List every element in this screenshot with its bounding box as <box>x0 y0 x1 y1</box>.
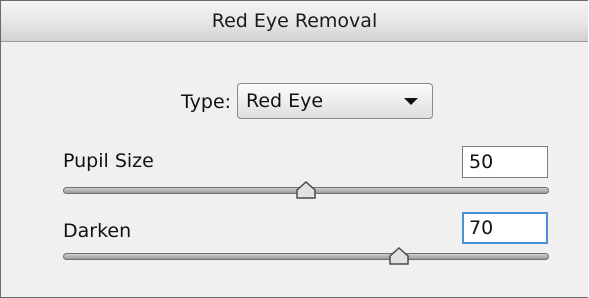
red-eye-removal-panel: Red Eye Removal Type: Red Eye Pupil Size… <box>0 0 588 298</box>
darken-slider-track[interactable] <box>63 253 549 260</box>
panel-header: Red Eye Removal <box>1 1 588 42</box>
darken-input[interactable] <box>462 212 548 244</box>
type-label: Type: <box>181 91 232 113</box>
pupil-size-slider-thumb[interactable] <box>295 181 317 201</box>
darken-slider-thumb[interactable] <box>388 247 410 267</box>
darken-label: Darken <box>63 220 132 242</box>
pupil-size-input[interactable] <box>462 146 548 178</box>
type-dropdown-value: Red Eye <box>246 90 324 112</box>
panel-title: Red Eye Removal <box>211 10 378 32</box>
pupil-size-label: Pupil Size <box>63 150 154 172</box>
chevron-down-icon <box>404 98 418 105</box>
type-dropdown[interactable]: Red Eye <box>237 83 433 119</box>
